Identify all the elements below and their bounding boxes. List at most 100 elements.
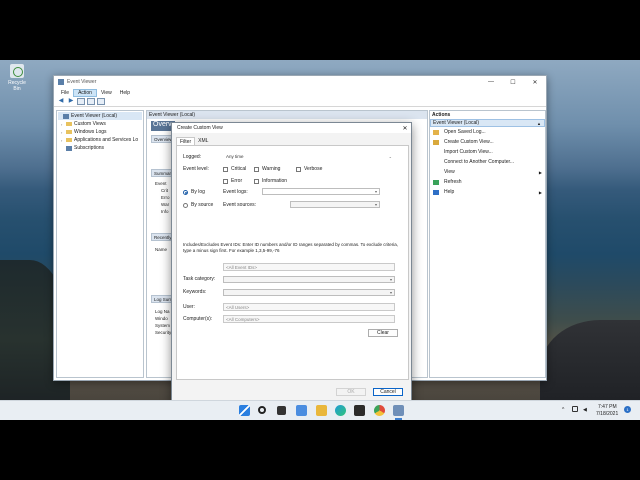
tray-chevron-icon[interactable]: ^ [562,407,564,413]
by-source-radio[interactable] [183,203,188,208]
chevron-down-icon: ▾ [374,189,377,194]
forward-arrow-icon[interactable]: ▶ [67,98,75,105]
microsoft-store-icon[interactable] [354,405,365,416]
error-label: Error [231,178,243,184]
widgets-icon[interactable] [296,405,307,416]
file-explorer-icon[interactable] [316,405,327,416]
tree-item-event-viewer-local[interactable]: Event Viewer (Local) [58,112,142,120]
action-item[interactable]: Help ▶ [430,187,545,197]
action-icon [433,179,439,185]
event-sources-dropdown[interactable]: ▾ [290,201,380,208]
actions-subheader[interactable]: Event Viewer (Local) ▲ [430,119,545,127]
summary-row-warning: War [161,202,170,207]
event-viewer-taskbar-icon[interactable] [393,405,404,416]
chevron-down-icon: ▾ [389,290,392,295]
action-label: Create Custom View... [444,139,494,145]
properties-icon[interactable] [87,98,95,105]
chrome-browser-icon[interactable] [374,405,385,416]
tree-item-windows-logs[interactable]: › Windows Logs [58,128,142,136]
dialog-titlebar[interactable]: Create Custom View ✕ [172,123,411,133]
action-label: Import Custom View... [444,149,493,155]
window-titlebar[interactable]: Event Viewer — ☐ ✕ [54,76,546,88]
volume-icon[interactable]: ◀ [583,407,587,413]
clock-time[interactable]: 7:47 PM [598,404,617,410]
close-window-button[interactable]: ✕ [524,79,546,86]
event-sources-label: Event sources: [223,202,257,208]
menu-action[interactable]: Action [73,88,97,97]
menu-view[interactable]: View [97,90,116,96]
chevron-down-icon: ⌄ [388,154,392,159]
user-input[interactable]: <All Users> [223,303,395,311]
tree-item-custom-views[interactable]: › Custom Views [58,120,142,128]
dialog-title: Create Custom View [177,125,223,131]
error-checkbox[interactable] [223,179,228,184]
keywords-label: Keywords: [183,289,207,295]
verbose-checkbox[interactable] [296,167,301,172]
action-item[interactable]: View ▶ [430,167,545,177]
action-item[interactable]: Create Custom View... [430,137,545,147]
event-logs-dropdown[interactable]: ▾ [262,188,380,195]
information-checkbox[interactable] [254,179,259,184]
recent-col-name: Name [155,247,168,252]
critical-checkbox[interactable] [223,167,228,172]
summary-col-event: Event [155,181,167,186]
action-icon [433,129,439,135]
event-ids-description: Includes/Excludes Event IDs: Enter ID nu… [183,242,399,253]
action-item[interactable]: Import Custom View... [430,147,545,157]
action-item[interactable]: Refresh [430,177,545,187]
task-category-label: Task category: [183,276,216,282]
submenu-arrow-icon: ▶ [538,169,542,175]
menu-file[interactable]: File [57,90,73,96]
folder-icon [66,122,72,126]
actions-subheader-label: Event Viewer (Local) [433,120,480,126]
search-icon[interactable] [258,406,266,414]
clock-date[interactable]: 7/18/2021 [596,411,618,417]
center-pane-header: Event Viewer (Local) [147,111,427,119]
logged-label: Logged: [183,154,202,160]
menu-bar: File Action View Help [54,88,546,97]
event-ids-input[interactable]: <All Event IDs> [223,263,395,271]
event-logs-label: Event logs: [223,189,248,195]
action-item[interactable]: Open Saved Log... [430,127,545,137]
computers-input[interactable]: <All Computers> [223,315,395,323]
ok-button[interactable]: OK [336,388,366,396]
actions-list: Open Saved Log... Create Custom View... Im… [430,127,545,197]
recycle-bin-icon [10,64,24,78]
cancel-button[interactable]: Cancel [373,388,403,396]
start-windows-icon[interactable] [239,405,250,416]
show-hide-tree-icon[interactable] [77,98,85,105]
keywords-dropdown[interactable]: ▾ [223,289,395,296]
collapse-up-icon[interactable]: ▲ [537,120,544,126]
folder-icon [66,130,72,134]
log-row-windows: Windo [155,316,168,321]
create-custom-view-dialog: Create Custom View ✕ Filter XML Logged: … [171,122,412,406]
menu-help[interactable]: Help [116,90,134,96]
notification-badge[interactable]: 1 [624,406,631,413]
action-label: Open Saved Log... [444,129,486,135]
submenu-arrow-icon: ▶ [538,189,542,195]
logged-dropdown[interactable]: Any time ⌄ [223,153,395,160]
task-category-dropdown[interactable]: ▾ [223,276,395,283]
back-arrow-icon[interactable]: ◀ [57,98,65,105]
clear-button[interactable]: Clear [368,329,398,337]
recycle-bin-shortcut[interactable]: Recycle Bin [6,64,28,92]
task-view-icon[interactable] [277,406,286,415]
maximize-button[interactable]: ☐ [502,79,524,86]
desktop: Recycle Bin Event Viewer — ☐ ✕ File Acti… [0,60,640,420]
edge-browser-icon[interactable] [335,405,346,416]
show-hide-action-pane-icon[interactable] [97,98,105,105]
critical-label: Critical [231,166,247,172]
action-icon [433,160,439,165]
by-log-radio[interactable] [183,190,188,195]
close-icon[interactable]: ✕ [399,125,411,132]
tree-item-applications-services[interactable]: › Applications and Services Lo [58,136,142,144]
action-item[interactable]: Connect to Another Computer... [430,157,545,167]
warning-checkbox[interactable] [254,167,259,172]
minimize-button[interactable]: — [480,79,502,85]
filter-panel: Logged: Any time ⌄ Event level: Critical… [176,145,409,380]
taskbar: ^ ◀ 7:47 PM 7/18/2021 1 [0,400,640,420]
action-label: Refresh [444,179,462,185]
tree-item-subscriptions[interactable]: Subscriptions [58,144,142,152]
user-label: User: [183,304,195,310]
network-icon[interactable] [572,406,578,412]
